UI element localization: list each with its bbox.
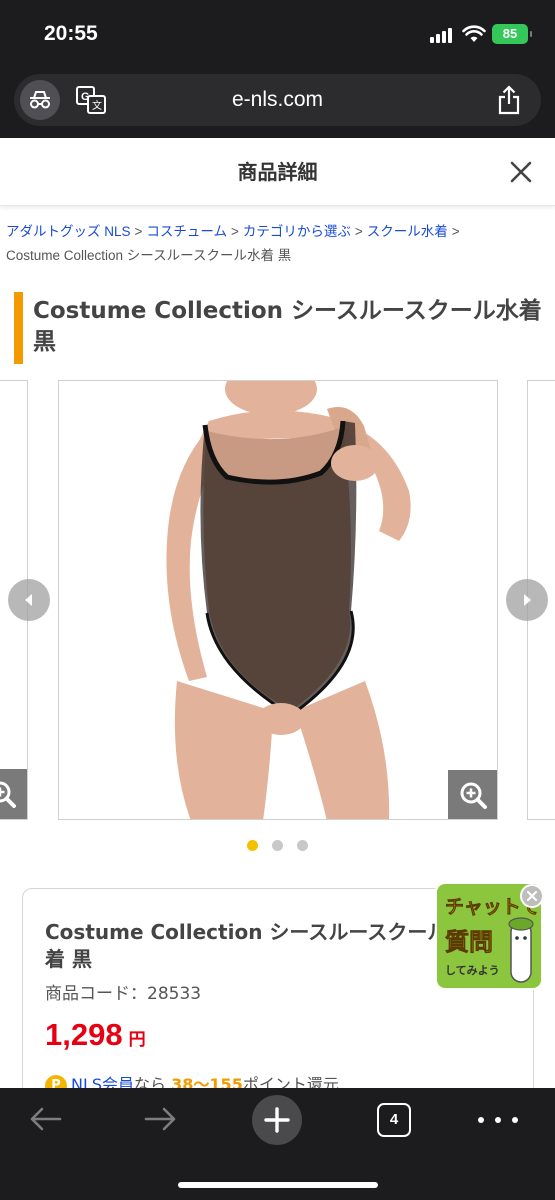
breadcrumb-link-costume[interactable]: コスチューム	[146, 224, 227, 239]
back-arrow-icon[interactable]	[26, 1104, 66, 1134]
product-photo	[59, 381, 497, 819]
carousel-dot[interactable]	[272, 840, 283, 851]
zoom-icon[interactable]	[0, 769, 27, 819]
price-unit: 円	[128, 1030, 146, 1049]
tabs-button[interactable]: 4	[377, 1103, 411, 1137]
title-accent-bar	[14, 292, 23, 364]
translate-icon[interactable]: G文	[76, 86, 106, 114]
browser-url-area: e-nls.com G文	[0, 70, 555, 138]
chevron-right-icon	[524, 594, 531, 606]
plus-icon	[264, 1107, 290, 1133]
close-icon	[526, 890, 538, 902]
breadcrumb-current: Costume Collection シースルースクール水着 黒	[6, 248, 292, 263]
svg-text:G: G	[81, 91, 90, 103]
more-options-icon[interactable]	[478, 1110, 518, 1130]
close-icon[interactable]	[507, 158, 535, 186]
chat-subtext: してみよう	[445, 964, 500, 977]
breadcrumb-link-home[interactable]: アダルトグッズ NLS	[6, 224, 131, 239]
address-bar[interactable]: e-nls.com G文	[14, 74, 541, 126]
cellular-signal-icon	[430, 27, 456, 43]
product-price: 1,298 円	[45, 1017, 146, 1052]
product-code: 商品コード：28533	[45, 984, 202, 1004]
page-title: 商品詳細	[237, 160, 318, 184]
forward-arrow-icon[interactable]	[140, 1104, 180, 1134]
breadcrumb-link-category[interactable]: カテゴリから選ぶ	[243, 224, 351, 239]
status-time: 20:55	[44, 22, 98, 45]
new-tab-button[interactable]	[252, 1095, 302, 1145]
chat-close-button[interactable]	[520, 884, 544, 908]
carousel-dot[interactable]	[247, 840, 258, 851]
product-title: Costume Collection シースルースクール水着 黒	[33, 298, 542, 355]
carousel-dot[interactable]	[297, 840, 308, 851]
share-icon[interactable]	[495, 85, 523, 115]
card-product-title: Costume Collection シースルースクール水着 黒	[45, 920, 468, 971]
mascot-icon	[508, 917, 534, 983]
product-main-image[interactable]	[58, 380, 498, 820]
carousel-next-button[interactable]	[506, 579, 548, 621]
wifi-icon	[462, 25, 486, 43]
status-bar: 20:55 85	[0, 0, 555, 70]
incognito-icon[interactable]	[20, 80, 60, 120]
chevron-left-icon	[25, 594, 32, 606]
page-header: 商品詳細	[0, 138, 555, 206]
breadcrumb-link-school-swimsuit[interactable]: スクール水着	[367, 224, 448, 239]
carousel-prev-button[interactable]	[8, 579, 50, 621]
breadcrumb: アダルトグッズ NLS > コスチューム > カテゴリから選ぶ > スクール水着 > Costu…	[6, 224, 460, 263]
battery-icon: 85	[492, 24, 532, 44]
product-image-carousel[interactable]	[0, 380, 555, 820]
chat-question-label: 質問	[445, 928, 494, 957]
carousel-pagination	[0, 840, 555, 854]
zoom-icon[interactable]	[448, 770, 497, 819]
svg-text:文: 文	[92, 99, 102, 112]
home-indicator	[178, 1182, 378, 1188]
